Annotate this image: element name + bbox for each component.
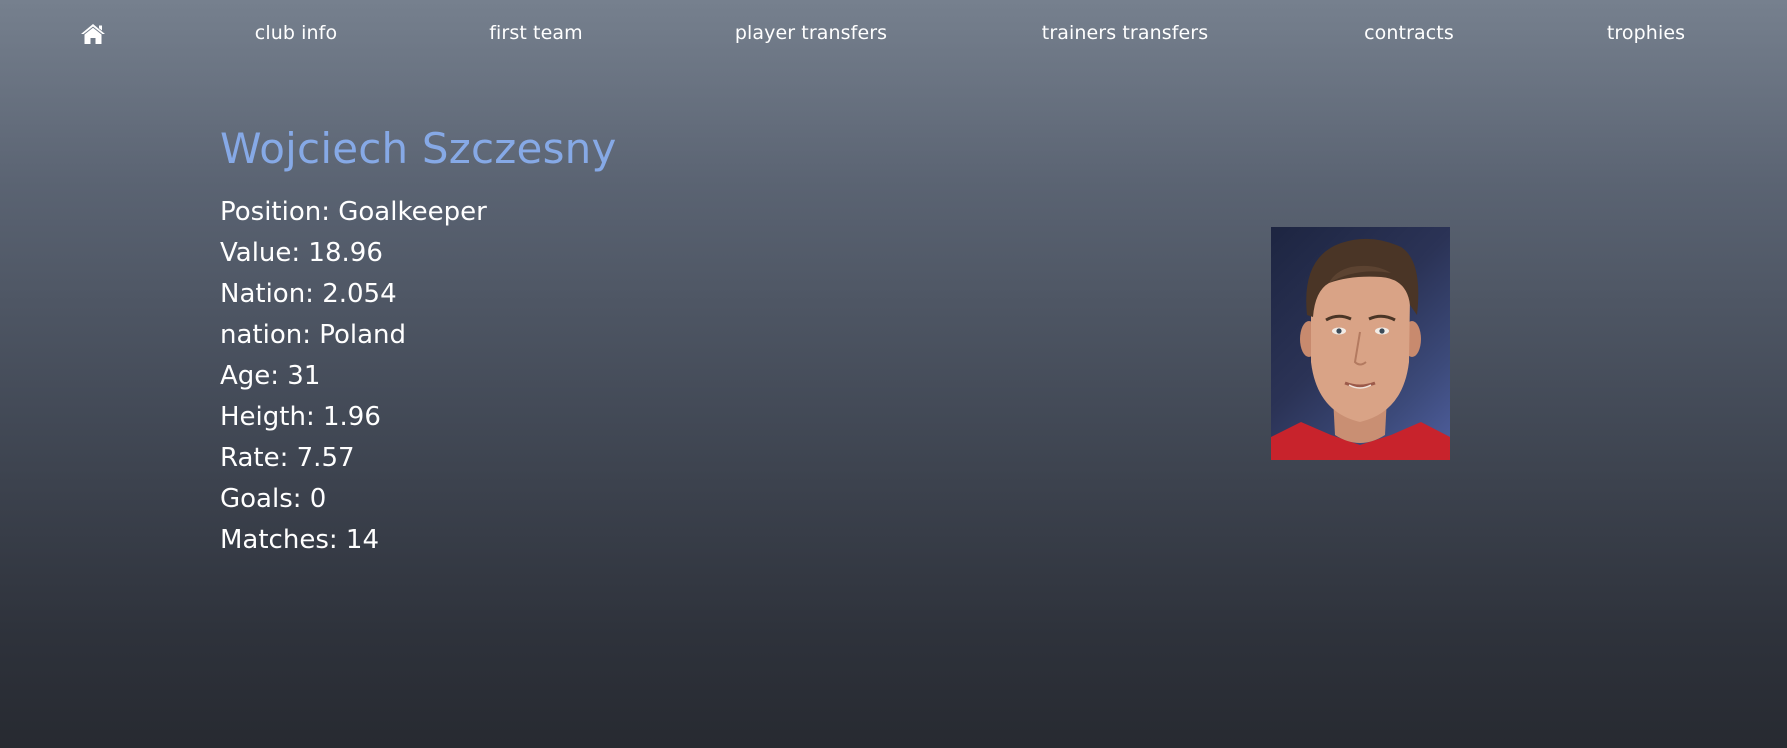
- top-navigation: club info first team player transfers tr…: [0, 0, 1787, 70]
- nav-player-transfers[interactable]: player transfers: [735, 22, 887, 44]
- player-stats-list: Position: Goalkeeper Value: 18.96 Nation…: [220, 192, 487, 561]
- stat-age: Age: 31: [220, 361, 321, 391]
- nav-trophies[interactable]: trophies: [1607, 22, 1685, 44]
- stat-nation: nation: Poland: [220, 320, 407, 350]
- nav-contracts[interactable]: contracts: [1364, 22, 1454, 44]
- nav-trainers-transfers[interactable]: trainers transfers: [1042, 22, 1208, 44]
- stat-nation-number: Nation: 2.054: [220, 279, 397, 309]
- stat-goals: Goals: 0: [220, 484, 327, 514]
- nav-club-info[interactable]: club info: [255, 22, 337, 44]
- stat-height: Heigth: 1.96: [220, 402, 381, 432]
- home-icon: [81, 24, 105, 44]
- stat-rate: Rate: 7.57: [220, 443, 355, 473]
- player-name: Wojciech Szczesny: [220, 124, 617, 173]
- home-link[interactable]: [80, 23, 106, 45]
- stat-value: Value: 18.96: [220, 238, 383, 268]
- player-portrait-image: [1271, 238, 1450, 460]
- stat-position: Position: Goalkeeper: [220, 197, 487, 227]
- player-photo: [1271, 227, 1450, 460]
- nav-first-team[interactable]: first team: [489, 22, 582, 44]
- stat-matches: Matches: 14: [220, 525, 379, 555]
